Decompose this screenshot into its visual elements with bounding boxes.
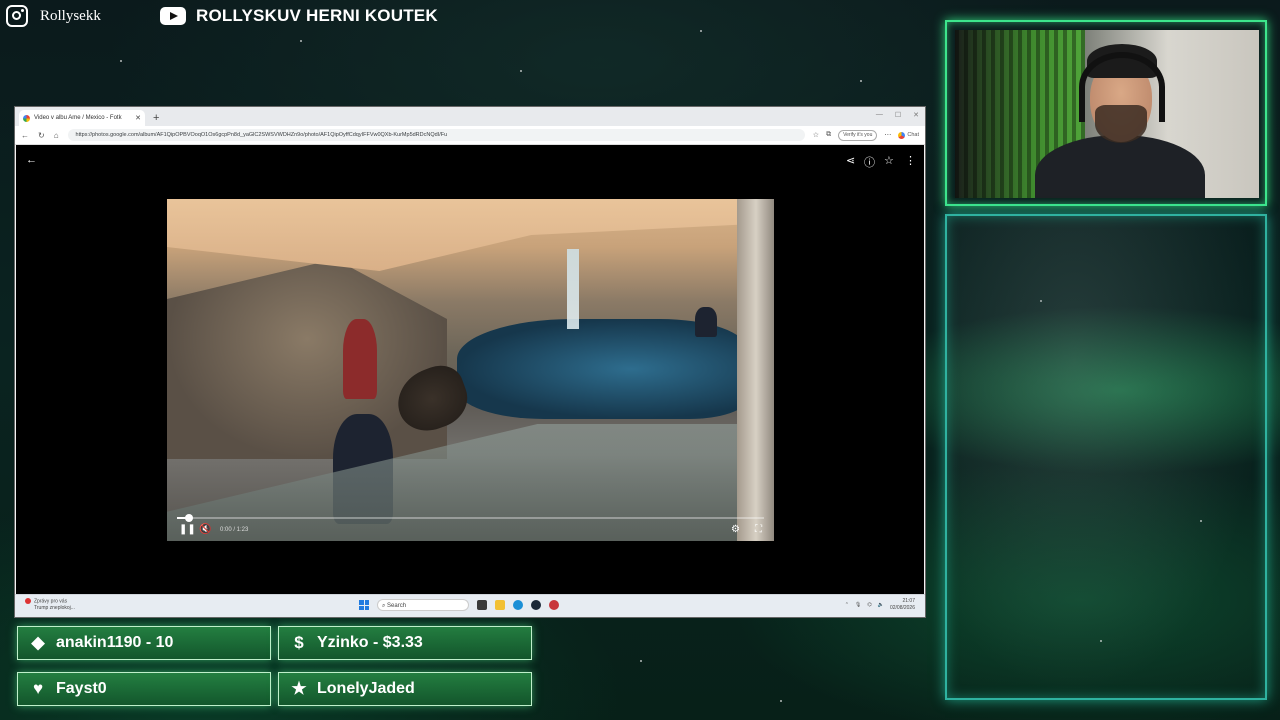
- alert-top-donation: $ Yzinko - $3.33: [278, 626, 532, 660]
- webcam-frame: [945, 20, 1267, 206]
- address-bar: ← ↻ ⌂ https://photos.google.com/album/AF…: [15, 126, 925, 145]
- taskbar-search[interactable]: ⌕ Search: [377, 599, 469, 611]
- star-decoration: [780, 700, 782, 702]
- chat-button[interactable]: Chat: [898, 131, 919, 139]
- tab-bar: Video v albu Ame / Mexico - Fotk ✕ + — ☐…: [15, 107, 925, 126]
- clock-date: 02/08/2026: [889, 605, 915, 611]
- star-decoration: [520, 70, 522, 72]
- obs-icon[interactable]: [549, 600, 559, 610]
- home-icon[interactable]: ⌂: [54, 131, 59, 140]
- window-controls: — ☐ ✕: [876, 111, 919, 119]
- video-progress-knob[interactable]: [184, 514, 193, 522]
- webcam-feed: [955, 30, 1259, 198]
- info-icon[interactable]: ⓘ: [864, 154, 875, 170]
- minimize-icon[interactable]: —: [876, 111, 883, 119]
- star-decoration: [640, 660, 642, 662]
- edge-browser-icon[interactable]: [513, 600, 523, 610]
- maximize-icon[interactable]: ☐: [895, 111, 901, 119]
- webcam-headset: [1079, 52, 1165, 122]
- browser-window: Video v albu Ame / Mexico - Fotk ✕ + — ☐…: [14, 106, 926, 618]
- system-clock[interactable]: 21:07 02/08/2026: [890, 598, 915, 612]
- menu-icon[interactable]: ⋯: [884, 131, 891, 139]
- video-time: 0:00 / 1:23: [220, 527, 249, 533]
- alert-top-cheer: ◆ anakin1190 - 10: [17, 626, 271, 660]
- notification-badge-icon: [25, 598, 31, 604]
- alert-text: anakin1190 - 10: [56, 634, 174, 651]
- alert-text: Fayst0: [56, 680, 107, 697]
- video-scene-worker: [695, 307, 717, 337]
- instagram-name: Rollysekk: [40, 7, 101, 24]
- copilot-icon: [898, 131, 906, 139]
- favorite-star-icon[interactable]: ☆: [884, 154, 894, 167]
- heart-icon: ♥: [32, 679, 44, 698]
- youtube-channel: ROLLYSKUV HERNI KOUTEK: [160, 0, 438, 32]
- video-scene-trainer: [343, 319, 377, 399]
- instagram-handle: Rollysekk: [6, 0, 101, 32]
- video-scene-rocks: [167, 259, 447, 459]
- chat-label: Chat: [907, 132, 919, 138]
- alert-latest-subscriber: ★ LonelyJaded: [278, 672, 532, 706]
- star-decoration: [300, 40, 302, 42]
- tab-title: Video v albu Ame / Mexico - Fotk: [34, 115, 122, 121]
- photo-viewer: ← ⋖ ⓘ ☆ ⋮ ❚❚ 🔇 0:00 / 1:23 ⚙ ⛶: [16, 145, 924, 595]
- tray-chevron-icon[interactable]: ⌃: [845, 602, 849, 608]
- youtube-icon: [160, 7, 186, 25]
- dollar-icon: $: [294, 633, 304, 652]
- volume-icon[interactable]: 🔈: [878, 602, 884, 608]
- alert-latest-follower: ♥ Fayst0: [17, 672, 271, 706]
- video-scene-waterfall: [567, 249, 579, 329]
- news-widget[interactable]: Zprávy pro vás Trump zneplokoj...: [25, 598, 75, 612]
- chat-overlay-panel: [945, 214, 1267, 700]
- file-explorer-icon[interactable]: [495, 600, 505, 610]
- verify-button[interactable]: Verify it's you: [838, 129, 878, 141]
- system-tray: ⌃ 🎙 ⌬ 🔈 21:07 02/08/2026: [845, 598, 915, 612]
- back-icon[interactable]: ←: [21, 131, 29, 140]
- network-icon[interactable]: ⌬: [867, 602, 871, 608]
- news-title: Zprávy pro vás: [34, 598, 68, 605]
- reload-icon[interactable]: ↻: [38, 131, 45, 140]
- star-decoration: [700, 30, 702, 32]
- alert-text: LonelyJaded: [317, 680, 415, 697]
- diamond-icon: ◆: [31, 633, 45, 652]
- search-label: Search: [387, 603, 407, 609]
- video-progress-bar[interactable]: [177, 514, 764, 522]
- url-field[interactable]: https://photos.google.com/album/AF1QipOP…: [67, 129, 805, 141]
- windows-taskbar: Zprávy pro vás Trump zneplokoj... ⌕ Sear…: [15, 594, 925, 617]
- browser-tab[interactable]: Video v albu Ame / Mexico - Fotk ✕: [19, 110, 145, 126]
- windows-start-icon[interactable]: [359, 600, 369, 610]
- more-options-icon[interactable]: ⋮: [905, 154, 916, 167]
- steam-icon[interactable]: [531, 600, 541, 610]
- new-tab-icon[interactable]: +: [153, 112, 159, 124]
- mute-icon[interactable]: 🔇: [199, 524, 211, 535]
- instagram-icon: [6, 5, 28, 27]
- google-photos-icon: [23, 114, 30, 122]
- video-player[interactable]: ❚❚ 🔇 0:00 / 1:23 ⚙ ⛶: [167, 199, 774, 541]
- video-scene-tree-trunk: [737, 199, 774, 541]
- extensions-icon[interactable]: ⧉: [826, 131, 831, 139]
- alert-text: Yzinko - $3.33: [317, 634, 423, 651]
- microphone-icon[interactable]: 🎙: [855, 602, 861, 608]
- close-tab-icon[interactable]: ✕: [135, 114, 141, 122]
- star-decoration: [860, 80, 862, 82]
- settings-gear-icon[interactable]: ⚙: [731, 524, 740, 535]
- star-decoration: [120, 60, 122, 62]
- close-window-icon[interactable]: ✕: [913, 111, 919, 119]
- taskbar-apps: ⌕ Search: [359, 599, 559, 611]
- clock-time: 21:07: [902, 598, 915, 604]
- fullscreen-icon[interactable]: ⛶: [755, 524, 762, 535]
- news-subtitle: Trump zneplokoj...: [34, 605, 75, 612]
- star-icon: ★: [291, 679, 307, 698]
- task-view-icon[interactable]: [477, 600, 487, 610]
- share-icon[interactable]: ⋖: [846, 154, 855, 167]
- pause-icon[interactable]: ❚❚: [179, 524, 196, 535]
- youtube-name: ROLLYSKUV HERNI KOUTEK: [196, 6, 438, 25]
- bookmark-star-icon[interactable]: ☆: [813, 131, 819, 139]
- back-arrow-icon[interactable]: ←: [26, 154, 37, 166]
- address-actions: ☆ ⧉ Verify it's you ⋯ Chat: [813, 129, 919, 141]
